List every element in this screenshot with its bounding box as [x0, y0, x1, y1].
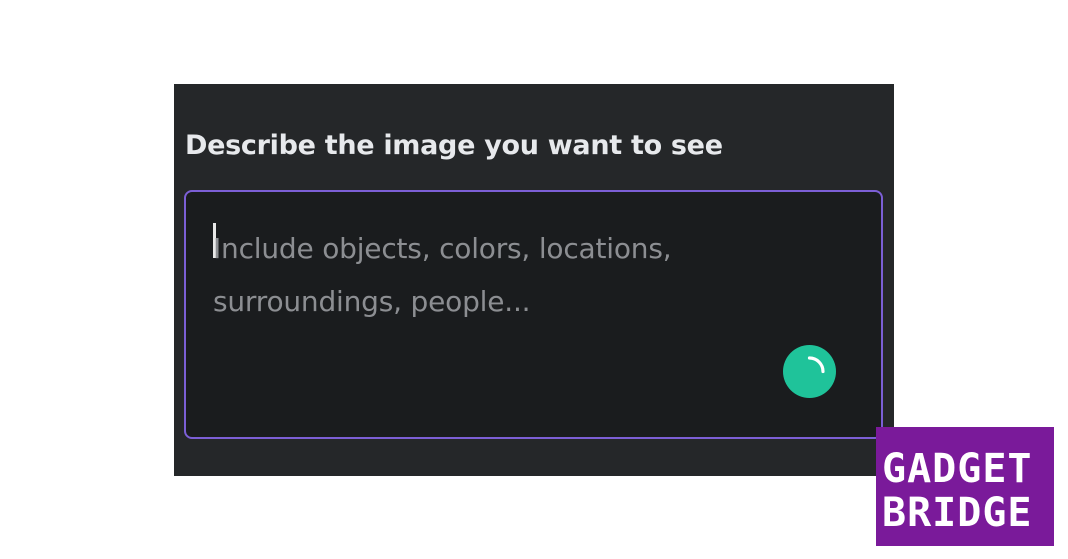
watermark-logo: GADGET BRIDGE	[876, 427, 1054, 546]
loading-spinner-icon	[807, 356, 825, 374]
image-prompt-panel: Describe the image you want to see Inclu…	[174, 84, 894, 476]
prompt-placeholder: Include objects, colors, locations, surr…	[213, 232, 672, 318]
prompt-input[interactable]: Include objects, colors, locations, surr…	[184, 190, 883, 439]
logo-text-line-2: BRIDGE	[882, 490, 1033, 536]
logo-text-line-1: GADGET	[882, 446, 1033, 492]
prompt-label: Describe the image you want to see	[185, 130, 723, 161]
generate-button[interactable]	[783, 345, 836, 398]
